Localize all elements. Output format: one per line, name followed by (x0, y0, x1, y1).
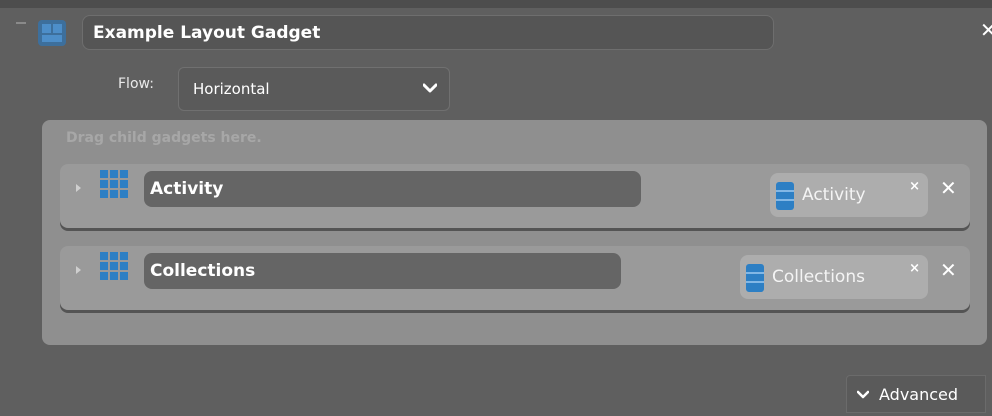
top-strip (0, 0, 992, 8)
database-icon (776, 182, 794, 210)
remove-datasource-button[interactable]: × (909, 179, 920, 194)
advanced-button[interactable]: Advanced (846, 375, 986, 413)
chevron-down-icon (857, 390, 869, 399)
grid-icon (100, 252, 128, 280)
close-gadget-button[interactable]: ✕ (980, 18, 992, 42)
advanced-label: Advanced (879, 385, 959, 404)
child-name-input[interactable] (144, 253, 621, 289)
child-name-input[interactable] (144, 171, 641, 207)
flow-label: Flow: (118, 76, 154, 92)
layout-gadget-icon (38, 20, 66, 46)
remove-child-button[interactable]: ✕ (940, 258, 957, 282)
expand-arrow-icon[interactable] (76, 184, 81, 192)
remove-datasource-button[interactable]: × (909, 261, 920, 276)
datasource-chip: Collections × (740, 255, 928, 299)
expand-arrow-icon[interactable] (76, 266, 81, 274)
child-drop-zone[interactable] (42, 120, 987, 345)
datasource-label: Activity (802, 185, 866, 205)
child-gadget-row: Activity × ✕ (60, 164, 970, 228)
grid-icon (100, 170, 128, 198)
child-gadget-row: Collections × ✕ (60, 246, 970, 310)
gadget-title-input[interactable] (82, 15, 774, 50)
datasource-label: Collections (772, 267, 865, 287)
remove-child-button[interactable]: ✕ (940, 176, 957, 200)
drop-zone-hint: Drag child gadgets here. (66, 130, 262, 146)
chevron-down-icon (423, 83, 437, 93)
database-icon (746, 264, 764, 292)
flow-select-value: Horizontal (193, 80, 270, 98)
drag-handle-icon[interactable] (16, 22, 26, 28)
flow-select[interactable]: Horizontal (178, 67, 450, 111)
datasource-chip: Activity × (770, 173, 928, 217)
